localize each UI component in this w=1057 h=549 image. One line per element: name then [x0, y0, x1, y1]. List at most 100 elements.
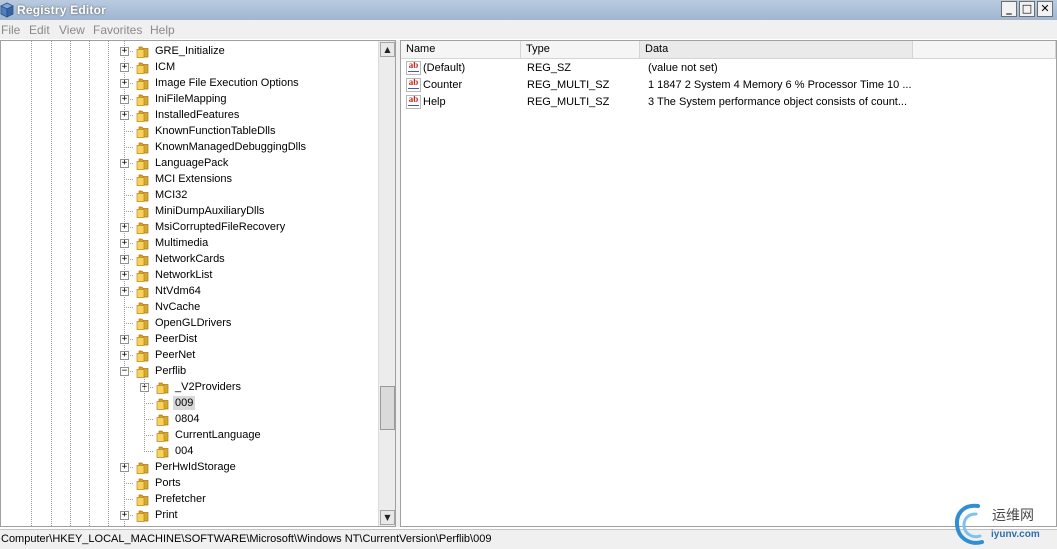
registry-value-row[interactable]: ab Counter REG_MULTI_SZ 1 1847 2 System 4 M… [401, 77, 1056, 94]
expand-toggle-icon[interactable]: + [120, 79, 129, 88]
tree-connector-line [144, 403, 154, 404]
value-type-cell: REG_SZ [527, 62, 572, 74]
tree-item-label: 0804 [175, 413, 200, 425]
tree-vertical-scrollbar[interactable]: ▲ ▼ [378, 41, 395, 526]
expand-toggle-icon[interactable]: + [120, 463, 129, 472]
tree-item-label: KnownManagedDebuggingDlls [155, 141, 307, 153]
tree-item[interactable]: + PeerNet [1, 347, 379, 363]
tree-item[interactable]: + Multimedia [1, 235, 379, 251]
menu-edit[interactable]: Edit [29, 23, 50, 37]
expand-toggle-icon[interactable]: + [120, 287, 129, 296]
menu-favorites[interactable]: Favorites [93, 23, 142, 37]
tree-item[interactable]: OpenGLDrivers [1, 315, 379, 331]
menu-file[interactable]: File [1, 23, 20, 37]
expand-toggle-icon[interactable]: + [120, 47, 129, 56]
title-bar: Registry Editor _ □ ✕ [0, 0, 1057, 20]
registry-values-list[interactable]: Name Type Data ab (Default) REG_SZ (value n… [400, 40, 1057, 527]
registry-value-row[interactable]: ab Help REG_MULTI_SZ 3 The System performan… [401, 94, 1056, 111]
tree-item[interactable]: + GRE_Initialize [1, 43, 379, 59]
registry-value-row[interactable]: ab (Default) REG_SZ (value not set) [401, 60, 1056, 77]
expand-toggle-icon[interactable]: + [120, 271, 129, 280]
column-header-type[interactable]: Type [521, 41, 640, 59]
tree-item[interactable]: + Print [1, 507, 379, 523]
tree-item[interactable]: Prefetcher [1, 491, 379, 507]
tree-item[interactable]: 0804 [1, 411, 379, 427]
tree-connector-line [124, 147, 134, 148]
tree-item[interactable]: + IniFileMapping [1, 91, 379, 107]
menu-view[interactable]: View [59, 23, 85, 37]
minimize-button[interactable]: _ [1001, 1, 1017, 17]
tree-item[interactable]: MCI32 [1, 187, 379, 203]
tree-item-label: IniFileMapping [155, 93, 227, 105]
tree-connector-line [144, 451, 154, 452]
value-type-cell: REG_MULTI_SZ [527, 79, 610, 91]
tree-item[interactable]: + ICM [1, 59, 379, 75]
folder-icon [136, 126, 149, 138]
menu-help[interactable]: Help [150, 23, 175, 37]
tree-item[interactable]: MCI Extensions [1, 171, 379, 187]
tree-item[interactable]: MiniDumpAuxiliaryDlls [1, 203, 379, 219]
tree-item[interactable]: + MsiCorruptedFileRecovery [1, 219, 379, 235]
folder-icon [136, 190, 149, 202]
scroll-up-button[interactable]: ▲ [380, 42, 395, 57]
tree-item[interactable]: KnownFunctionTableDlls [1, 123, 379, 139]
tree-item[interactable]: + PeerDist [1, 331, 379, 347]
tree-item[interactable]: 004 [1, 443, 379, 459]
expand-toggle-icon[interactable]: + [120, 111, 129, 120]
folder-icon [136, 318, 149, 330]
expand-toggle-icon[interactable]: + [120, 351, 129, 360]
tree-item[interactable]: 009 [1, 395, 379, 411]
column-header-data[interactable]: Data [640, 41, 913, 59]
tree-item-label: LanguagePack [155, 157, 229, 169]
tree-item[interactable]: +_V2Providers [1, 379, 379, 395]
expand-toggle-icon[interactable]: + [120, 223, 129, 232]
folder-icon [136, 78, 149, 90]
column-header-name[interactable]: Name [401, 41, 521, 59]
value-type-cell: REG_MULTI_SZ [527, 96, 610, 108]
tree-connector-line [124, 179, 134, 180]
registry-key-tree[interactable]: + GRE_Initialize + ICM + Image File Execution… [0, 40, 396, 527]
tree-connector-line [144, 435, 154, 436]
expand-toggle-icon[interactable]: + [120, 63, 129, 72]
scroll-down-button[interactable]: ▼ [380, 510, 395, 525]
folder-icon [136, 494, 149, 506]
folder-icon [136, 62, 149, 74]
tree-item[interactable]: + Image File Execution Options [1, 75, 379, 91]
tree-item[interactable]: + PerHwIdStorage [1, 459, 379, 475]
maximize-button[interactable]: □ [1019, 1, 1035, 17]
folder-icon [136, 238, 149, 250]
tree-item[interactable]: + NtVdm64 [1, 283, 379, 299]
tree-item[interactable]: + NetworkList [1, 267, 379, 283]
folder-icon [136, 350, 149, 362]
close-button[interactable]: ✕ [1037, 1, 1053, 17]
expand-toggle-icon[interactable]: + [120, 95, 129, 104]
tree-item-label: OpenGLDrivers [155, 317, 232, 329]
tree-item[interactable]: KnownManagedDebuggingDlls [1, 139, 379, 155]
tree-item[interactable]: + LanguagePack [1, 155, 379, 171]
value-name-cell: Counter [423, 79, 463, 91]
expand-toggle-icon[interactable]: + [120, 239, 129, 248]
tree-item[interactable]: + InstalledFeatures [1, 107, 379, 123]
folder-icon [156, 414, 169, 426]
expand-toggle-icon[interactable]: + [120, 159, 129, 168]
expand-toggle-icon[interactable]: + [120, 255, 129, 264]
tree-item-label: Prefetcher [155, 493, 206, 505]
tree-item[interactable]: NvCache [1, 299, 379, 315]
folder-icon [156, 430, 169, 442]
folder-icon [136, 302, 149, 314]
tree-item[interactable]: CurrentLanguage [1, 427, 379, 443]
collapse-toggle-icon[interactable]: − [120, 367, 129, 376]
folder-icon [156, 398, 169, 410]
tree-connector-line [124, 131, 134, 132]
expand-toggle-icon[interactable]: + [120, 335, 129, 344]
tree-item[interactable]: − Perflib [1, 363, 379, 379]
folder-icon [136, 222, 149, 234]
scroll-thumb[interactable] [380, 386, 395, 430]
folder-icon [136, 46, 149, 58]
tree-item[interactable]: + NetworkCards [1, 251, 379, 267]
tree-item-label: Perflib [155, 365, 187, 377]
folder-icon [136, 478, 149, 490]
expand-toggle-icon[interactable]: + [120, 511, 129, 520]
folder-icon [136, 462, 149, 474]
tree-item[interactable]: Ports [1, 475, 379, 491]
